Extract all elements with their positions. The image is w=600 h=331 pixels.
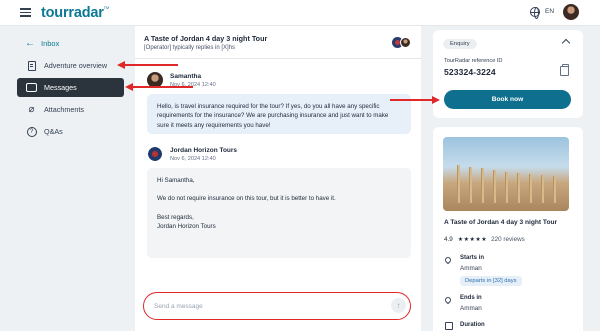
question-icon: ? <box>26 126 37 137</box>
rating-value: 4.9 <box>444 236 453 243</box>
top-bar: tourradarTM EN <box>0 0 600 26</box>
message-sender: Samantha <box>170 73 202 80</box>
annotation-arrow-head <box>117 61 125 69</box>
message-date: Nov 6, 2024 12:40 <box>170 156 216 162</box>
tour-title[interactable]: A Taste of Jordan 4 day 3 night Tour <box>444 219 557 226</box>
nav-item-label: Adventure overview <box>44 61 108 70</box>
language-selector[interactable]: EN <box>545 8 554 15</box>
hourglass-icon <box>445 322 453 330</box>
message-icon <box>26 82 37 93</box>
message-greeting: Hi Samantha, <box>157 177 195 184</box>
ends-value: Amman <box>460 305 482 312</box>
document-icon <box>26 60 37 71</box>
enquiry-card: Enquiry TourRadar reference ID 523324-32… <box>433 30 583 118</box>
reference-number: 523324-3224 <box>444 67 496 77</box>
message-sender: Jordan Horizon Tours <box>170 147 238 154</box>
message-composer: ↑ <box>143 292 411 320</box>
annotation-arrow-line <box>123 64 178 66</box>
duration-label: Duration <box>460 322 485 328</box>
book-now-button[interactable]: Book now <box>444 90 571 109</box>
menu-icon[interactable] <box>20 8 31 17</box>
chat-title: A Taste of Jordan 4 day 3 night Tour <box>144 34 268 43</box>
nav-item-label: Messages <box>44 83 77 92</box>
ends-label: Ends in <box>460 295 482 301</box>
annotation-arrow-head <box>432 96 440 104</box>
review-count[interactable]: 220 reviews <box>491 236 525 243</box>
copy-icon[interactable] <box>560 64 569 76</box>
traveler-avatar <box>400 37 411 48</box>
tour-card: A Taste of Jordan 4 day 3 night Tour 4.9… <box>433 127 583 331</box>
nav-item-label: Attachments <box>44 105 84 114</box>
annotation-arrow-line <box>390 99 432 101</box>
reference-label: TourRadar reference ID <box>444 58 503 64</box>
message-body: Hello, is travel insurance required for … <box>157 103 389 129</box>
user-avatar[interactable] <box>563 4 579 20</box>
logo-tm: TM <box>103 5 110 10</box>
arrow-left-icon: ← <box>25 38 35 49</box>
message-bubble-outgoing: Hello, is travel insurance required for … <box>147 94 411 134</box>
nav-item-messages[interactable]: Messages <box>17 78 124 97</box>
back-to-inbox-link[interactable]: ← Inbox <box>25 38 59 49</box>
nav-item-attachments[interactable]: ⌀ Attachments <box>17 100 124 119</box>
message-input[interactable] <box>154 299 374 313</box>
star-icons: ★★★★★ <box>457 237 488 243</box>
status-badge: Enquiry <box>443 39 477 49</box>
message-body: We do not require insurance on this tour… <box>157 195 336 203</box>
departs-badge: Departs in [32] days <box>460 276 522 286</box>
logo[interactable]: tourradarTM <box>41 5 109 21</box>
paperclip-icon: ⌀ <box>28 103 35 115</box>
starts-value: Amman <box>460 265 482 272</box>
nav-item-label: Q&As <box>44 127 63 136</box>
back-label: Inbox <box>41 39 60 48</box>
nav-item-qas[interactable]: ? Q&As <box>17 122 124 141</box>
chevron-up-icon[interactable] <box>561 38 571 48</box>
logo-text: tourradar <box>41 5 104 21</box>
globe-icon[interactable] <box>530 7 540 19</box>
message-bubble-incoming: Hi Samantha, We do not require insurance… <box>147 168 411 258</box>
chat-header: A Taste of Jordan 4 day 3 night Tour [Op… <box>135 26 421 59</box>
nav-item-adventure-overview[interactable]: Adventure overview <box>17 56 124 75</box>
operator-avatar <box>147 146 163 162</box>
send-button[interactable]: ↑ <box>391 298 406 313</box>
message-signature: Jordan Horizon Tours <box>157 222 216 230</box>
annotation-arrow-head <box>125 83 133 91</box>
start-location-icon <box>443 255 453 265</box>
tour-image[interactable] <box>443 137 569 211</box>
chat-subtitle: [Operator] typically replies in [X]hs <box>144 45 236 51</box>
starts-label: Starts in <box>460 255 485 261</box>
annotation-arrow-line <box>131 86 193 88</box>
chat-panel: A Taste of Jordan 4 day 3 night Tour [Op… <box>135 26 421 331</box>
message-signoff: Best regards, <box>157 213 194 221</box>
tour-rating: 4.9 ★★★★★ 220 reviews <box>444 236 525 243</box>
end-location-icon <box>443 295 453 305</box>
